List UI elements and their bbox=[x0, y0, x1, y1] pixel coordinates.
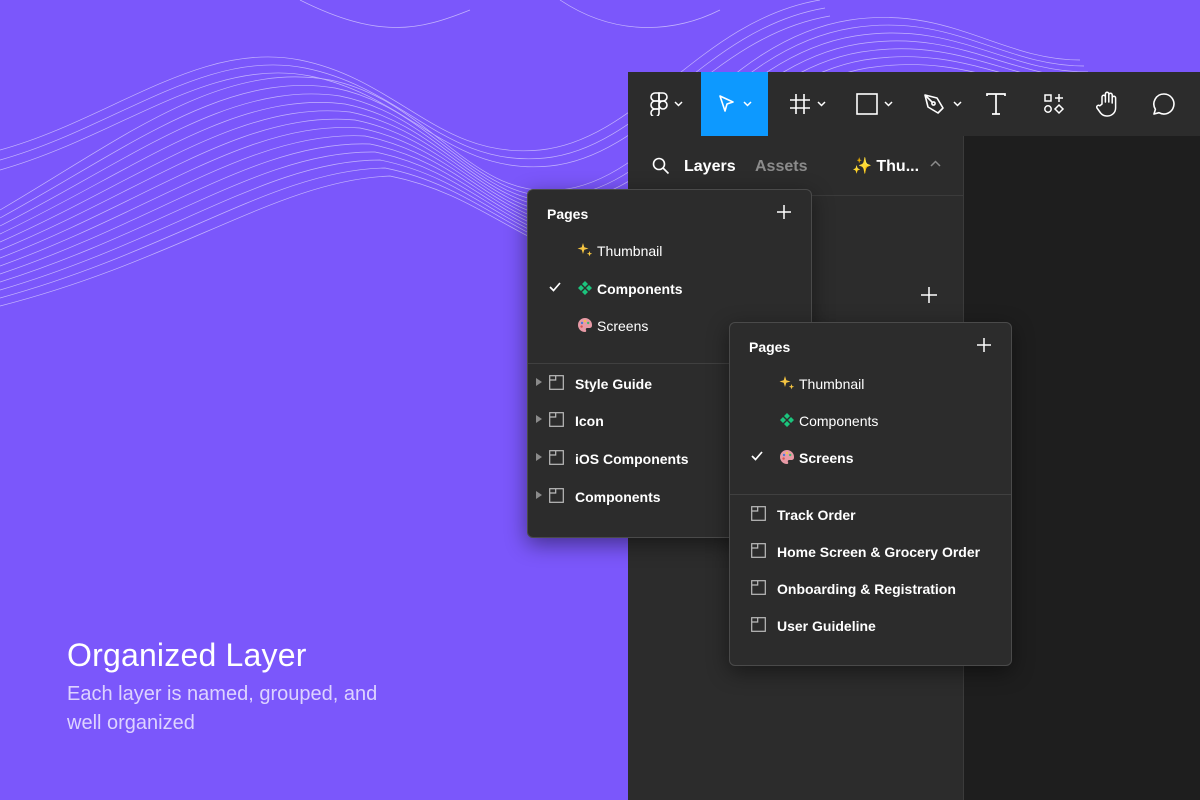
layer-label: Track Order bbox=[777, 507, 856, 523]
layer-label: Onboarding & Registration bbox=[777, 581, 956, 597]
chevron-down-icon bbox=[952, 101, 962, 107]
comment-tool-button[interactable] bbox=[1148, 72, 1180, 136]
frame-tool-button[interactable] bbox=[783, 72, 831, 136]
palette-icon bbox=[780, 449, 795, 464]
text-tool-button[interactable] bbox=[980, 72, 1012, 136]
chevron-down-icon bbox=[816, 101, 826, 107]
pages-heading: Pages bbox=[547, 206, 589, 222]
page-label: Thumbnail bbox=[597, 243, 663, 259]
expand-arrow-icon[interactable] bbox=[536, 491, 542, 499]
layer-label: Icon bbox=[575, 413, 604, 429]
pen-tool-button[interactable] bbox=[918, 72, 966, 136]
current-page-selector[interactable]: ✨ Thu... bbox=[852, 157, 919, 177]
cursor-arrow-icon bbox=[719, 95, 734, 112]
search-icon[interactable] bbox=[652, 157, 670, 175]
pages-popup-screens: Pages Thumbnail Components Screens Track… bbox=[729, 322, 1012, 666]
promo-title: Organized Layer bbox=[67, 637, 307, 673]
resources-tool-button[interactable] bbox=[1038, 72, 1070, 136]
frame-icon bbox=[549, 375, 564, 390]
frame-icon bbox=[751, 506, 766, 521]
hand-icon bbox=[1096, 91, 1117, 117]
promo-subtitle: Each layer is named, grouped, and well o… bbox=[67, 680, 447, 738]
frame-icon bbox=[549, 450, 564, 465]
frame-icon bbox=[549, 488, 564, 503]
page-label: Thumbnail bbox=[799, 376, 865, 392]
layer-item-home-screen[interactable]: Home Screen & Grocery Order bbox=[730, 537, 1011, 565]
layer-label: Home Screen & Grocery Order bbox=[777, 544, 981, 560]
sparkles-icon bbox=[577, 243, 593, 257]
add-page-icon[interactable] bbox=[777, 205, 791, 219]
panel-tabs: Layers Assets ✨ Thu... bbox=[628, 136, 964, 196]
frame-icon bbox=[549, 412, 564, 427]
page-item-thumbnail[interactable]: Thumbnail bbox=[528, 236, 811, 266]
chevron-up-icon[interactable] bbox=[930, 160, 941, 167]
figma-logo-icon bbox=[649, 92, 668, 116]
chevron-down-icon bbox=[673, 101, 683, 107]
expand-arrow-icon[interactable] bbox=[536, 378, 542, 386]
move-tool-button[interactable] bbox=[701, 72, 768, 136]
layer-label: iOS Components bbox=[575, 451, 689, 467]
pages-heading: Pages bbox=[749, 339, 791, 355]
components-icon bbox=[780, 413, 794, 427]
frame-icon bbox=[751, 543, 766, 558]
expand-arrow-icon[interactable] bbox=[536, 453, 542, 461]
layer-item-onboarding[interactable]: Onboarding & Registration bbox=[730, 574, 1011, 602]
rectangle-icon bbox=[855, 93, 878, 115]
frame-icon bbox=[751, 617, 766, 632]
layer-label: Components bbox=[575, 489, 661, 505]
page-item-components[interactable]: Components bbox=[730, 406, 1011, 436]
layer-item-user-guideline[interactable]: User Guideline bbox=[730, 611, 1011, 639]
sparkles-icon bbox=[779, 376, 795, 390]
page-label: Screens bbox=[597, 318, 649, 334]
page-item-components[interactable]: Components bbox=[528, 274, 811, 304]
toolbar bbox=[628, 72, 1200, 136]
layer-item-track-order[interactable]: Track Order bbox=[730, 500, 1011, 528]
figma-menu-button[interactable] bbox=[644, 72, 688, 136]
pen-nib-icon bbox=[923, 94, 944, 114]
shape-tool-button[interactable] bbox=[850, 72, 898, 136]
page-label: Components bbox=[597, 281, 683, 297]
text-t-icon bbox=[986, 93, 1006, 115]
promo-subtitle-line-1: Each layer is named, grouped, and bbox=[67, 683, 378, 705]
divider bbox=[730, 494, 1011, 495]
tab-assets[interactable]: Assets bbox=[755, 157, 807, 177]
page-label: Screens bbox=[799, 450, 854, 466]
tab-layers[interactable]: Layers bbox=[684, 157, 736, 177]
frame-icon bbox=[751, 580, 766, 595]
hand-tool-button[interactable] bbox=[1092, 72, 1124, 136]
layer-label: Style Guide bbox=[575, 376, 653, 392]
page-item-screens[interactable]: Screens bbox=[730, 443, 1011, 473]
hash-frame-icon bbox=[789, 94, 810, 114]
add-page-icon[interactable] bbox=[920, 286, 938, 304]
palette-icon bbox=[578, 317, 593, 332]
layer-label: User Guideline bbox=[777, 618, 876, 634]
page-label: Components bbox=[799, 413, 879, 429]
checkmark-icon bbox=[549, 282, 561, 292]
expand-arrow-icon[interactable] bbox=[536, 415, 542, 423]
add-page-icon[interactable] bbox=[977, 338, 991, 352]
promo-subtitle-line-2: well organized bbox=[67, 712, 195, 734]
page-item-thumbnail[interactable]: Thumbnail bbox=[730, 369, 1011, 399]
speech-bubble-icon bbox=[1153, 93, 1175, 115]
promo-text: Organized Layer Each layer is named, gro… bbox=[67, 636, 447, 738]
components-icon bbox=[578, 281, 592, 295]
checkmark-icon bbox=[751, 451, 763, 461]
chevron-down-icon bbox=[743, 101, 752, 107]
resources-icon bbox=[1044, 94, 1065, 115]
chevron-down-icon bbox=[883, 101, 893, 107]
